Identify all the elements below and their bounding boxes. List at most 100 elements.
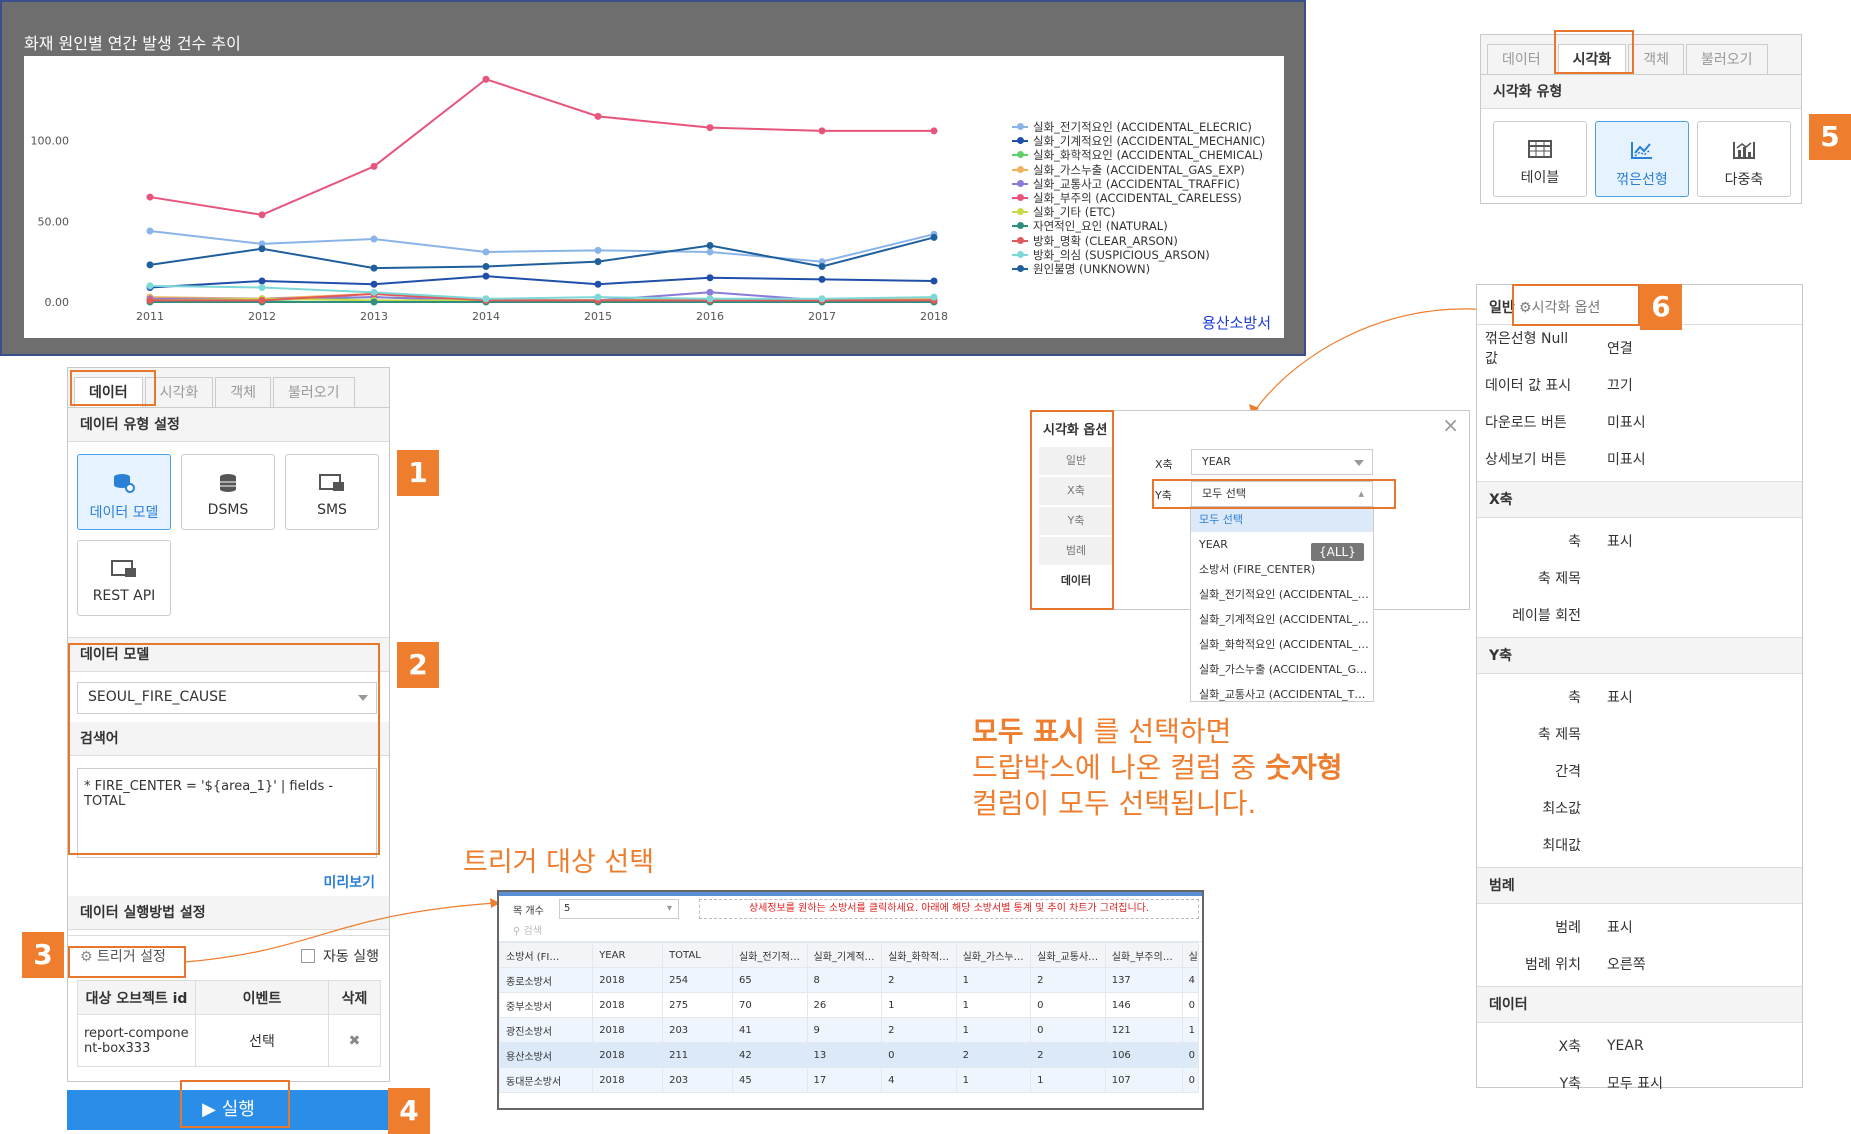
grid-cell: 211	[662, 1042, 733, 1068]
prop-row[interactable]: 최대값	[1477, 826, 1802, 863]
viz-type-line[interactable]: 꺾은선형	[1595, 121, 1689, 197]
grid-search[interactable]: ⚲ 검색	[499, 922, 1202, 942]
prop-row[interactable]: 데이터 값 표시 끄기	[1477, 366, 1802, 403]
data-grid-panel: 목 개수 5 ▾ 상세정보를 원하는 소방서를 클릭하세요. 아래에 해당 소방…	[497, 890, 1204, 1110]
tab-load[interactable]: 불러오기	[1686, 44, 1768, 74]
prop-row[interactable]: 최소값	[1477, 789, 1802, 826]
grid-column-header[interactable]: TOTAL	[662, 942, 733, 968]
data-type-data-model[interactable]: 데이터 모델	[77, 454, 171, 530]
delete-icon[interactable]: ✖	[328, 1014, 381, 1067]
dropdown-option[interactable]: 실화_전기적요인 (ACCIDENTAL_…	[1191, 582, 1373, 607]
dropdown-option[interactable]: 실화_가스누출 (ACCIDENTAL_G…	[1191, 657, 1373, 682]
grid-column-header[interactable]: 실화_화학적…	[881, 942, 957, 968]
series-line	[149, 78, 934, 216]
prop-row[interactable]: Y축 모두 표시	[1477, 1064, 1802, 1101]
grid-column-header[interactable]: 실화	[1181, 942, 1200, 968]
y-tick-label: 0.00	[45, 296, 70, 309]
data-point	[706, 242, 714, 249]
prop-row[interactable]: 범례 표시	[1477, 908, 1802, 945]
y-tick-label: 100.00	[31, 135, 70, 148]
grid-column-header[interactable]: YEAR	[592, 942, 664, 968]
dropdown-option[interactable]: 모두 선택	[1191, 507, 1373, 532]
table-row[interactable]: 광진소방서 2018 203 41 9 2 1 0 121 1	[498, 1017, 1200, 1043]
legend-item[interactable]: 방화_의심 (SUSPICIOUS_ARSON)	[1012, 248, 1265, 262]
tab-load[interactable]: 불러오기	[273, 377, 355, 407]
data-point	[370, 264, 378, 272]
legend-item[interactable]: 실화_기계적요인 (ACCIDENTAL_MECHANIC)	[1012, 134, 1265, 148]
viz-type-multi-axis[interactable]: 다중축	[1697, 121, 1791, 197]
grid-column-header[interactable]: 실화_교통사…	[1030, 942, 1106, 968]
viz-panel-tabs: 데이터 시각화 객체 불러오기	[1481, 35, 1801, 75]
prop-row[interactable]: 축 표시	[1477, 522, 1802, 559]
checkbox-icon	[300, 949, 315, 963]
legend-item[interactable]: 자연적인_요인 (NATURAL)	[1012, 219, 1265, 233]
series-line	[149, 236, 935, 270]
data-point	[146, 193, 154, 201]
dropdown-option[interactable]: 실화_교통사고 (ACCIDENTAL_T…	[1191, 682, 1373, 701]
grid-column-header[interactable]: 실화_부주의…	[1104, 942, 1183, 968]
data-type-dsms[interactable]: DSMS	[181, 454, 275, 530]
tab-object[interactable]: 객체	[215, 377, 272, 407]
tab-data[interactable]: 데이터	[1487, 44, 1556, 74]
data-point	[706, 288, 714, 296]
prop-row[interactable]: 꺾은선형 Null 값 연결	[1477, 329, 1802, 367]
legend-item[interactable]: 실화_가스누출 (ACCIDENTAL_GAS_EXP)	[1012, 163, 1265, 177]
grid-cell: 26	[806, 992, 883, 1018]
table-row[interactable]: 중부소방서 2018 275 70 26 1 1 0 146 0	[498, 992, 1200, 1018]
prop-row[interactable]: 축 표시	[1477, 678, 1802, 715]
prop-row[interactable]: 범례 위치 오른쪽	[1477, 945, 1802, 982]
count-value: 5	[564, 903, 571, 914]
legend-item[interactable]: 실화_화학적요인 (ACCIDENTAL_CHEMICAL)	[1012, 148, 1265, 162]
legend-swatch	[1012, 250, 1028, 258]
legend-item[interactable]: 실화_기타 (ETC)	[1012, 205, 1265, 219]
tab-object[interactable]: 객체	[1628, 44, 1685, 74]
grid-column-header[interactable]: 실화_기계적…	[806, 942, 883, 968]
highlight-options-tab	[1512, 284, 1640, 326]
prop-row[interactable]: 상세보기 버튼 미표시	[1477, 440, 1802, 477]
prop-row[interactable]: X축 YEAR	[1477, 1027, 1802, 1064]
grid-column-header[interactable]: 실화_전기적…	[731, 942, 808, 968]
prop-row[interactable]: 다운로드 버튼 미표시	[1477, 403, 1802, 440]
data-type-rest-api[interactable]: REST API	[77, 540, 171, 616]
data-type-sms[interactable]: SMS	[285, 454, 379, 530]
props-tab-general[interactable]: 일반	[1489, 297, 1515, 317]
legend-item[interactable]: 실화_교통사고 (ACCIDENTAL_TRAFFIC)	[1012, 177, 1265, 191]
prop-value: 끄기	[1607, 377, 1633, 394]
series-line	[149, 275, 935, 289]
multi-axis-icon	[1698, 140, 1790, 165]
legend-item[interactable]: 실화_전기적요인 (ACCIDENTAL_ELECRIC)	[1012, 120, 1265, 134]
prop-row[interactable]: 축 제목	[1477, 715, 1802, 752]
legend-item[interactable]: 원인불명 (UNKNOWN)	[1012, 262, 1265, 276]
note-text: 를 선택하면	[1084, 715, 1232, 748]
legend-item[interactable]: 실화_부주의 (ACCIDENTAL_CARELESS)	[1012, 191, 1265, 205]
prop-key: 상세보기 버튼	[1485, 451, 1567, 468]
legend-item[interactable]: 방화_명확 (CLEAR_ARSON)	[1012, 234, 1265, 248]
count-select[interactable]: 5 ▾	[559, 899, 679, 919]
table-row[interactable]: 종로소방서 2018 254 65 8 2 1 2 137 4	[498, 967, 1200, 993]
prop-row[interactable]: 축 제목	[1477, 559, 1802, 596]
prop-row[interactable]: 간격	[1477, 752, 1802, 789]
x-axis-select[interactable]: YEAR	[1191, 449, 1373, 475]
prop-key: 축 제목	[1537, 570, 1581, 587]
y-axis-dropdown: 모두 선택 YEAR 소방서 (FIRE_CENTER) 실화_전기적요인 (ACCI…	[1190, 506, 1374, 702]
grid-cell: 2018	[592, 967, 664, 993]
col-event: 이벤트	[195, 980, 329, 1015]
table-row[interactable]: 동대문소방서 2018 203 45 17 4 1 1 107 0	[498, 1067, 1200, 1093]
dropdown-option[interactable]: 실화_화학적요인 (ACCIDENTAL_…	[1191, 632, 1373, 657]
prop-key: 최소값	[1542, 800, 1581, 817]
table-row[interactable]: 용산소방서 2018 211 42 13 0 2 2 106 0	[498, 1042, 1200, 1068]
grid-cell: 광진소방서	[498, 1017, 594, 1043]
grid-cell: 0	[1181, 992, 1200, 1018]
grid-column-header[interactable]: 실화_가스누…	[955, 942, 1032, 968]
close-icon[interactable]: ×	[1442, 413, 1459, 437]
dropdown-option[interactable]: 실화_기계적요인 (ACCIDENTAL_…	[1191, 607, 1373, 632]
auto-run-checkbox[interactable]: 자동 실행	[300, 946, 379, 966]
viz-type-table[interactable]: 테이블	[1493, 121, 1587, 197]
preview-link[interactable]: 미리보기	[323, 872, 375, 892]
grid-column-header[interactable]: 소방서 (FI…	[498, 942, 594, 968]
sms-icon	[286, 473, 378, 498]
data-type-label: 데이터 모델	[89, 505, 159, 521]
prop-row[interactable]: 레이블 회전	[1477, 596, 1802, 633]
data-point	[370, 235, 378, 243]
x-tick-label: 2014	[472, 310, 500, 323]
